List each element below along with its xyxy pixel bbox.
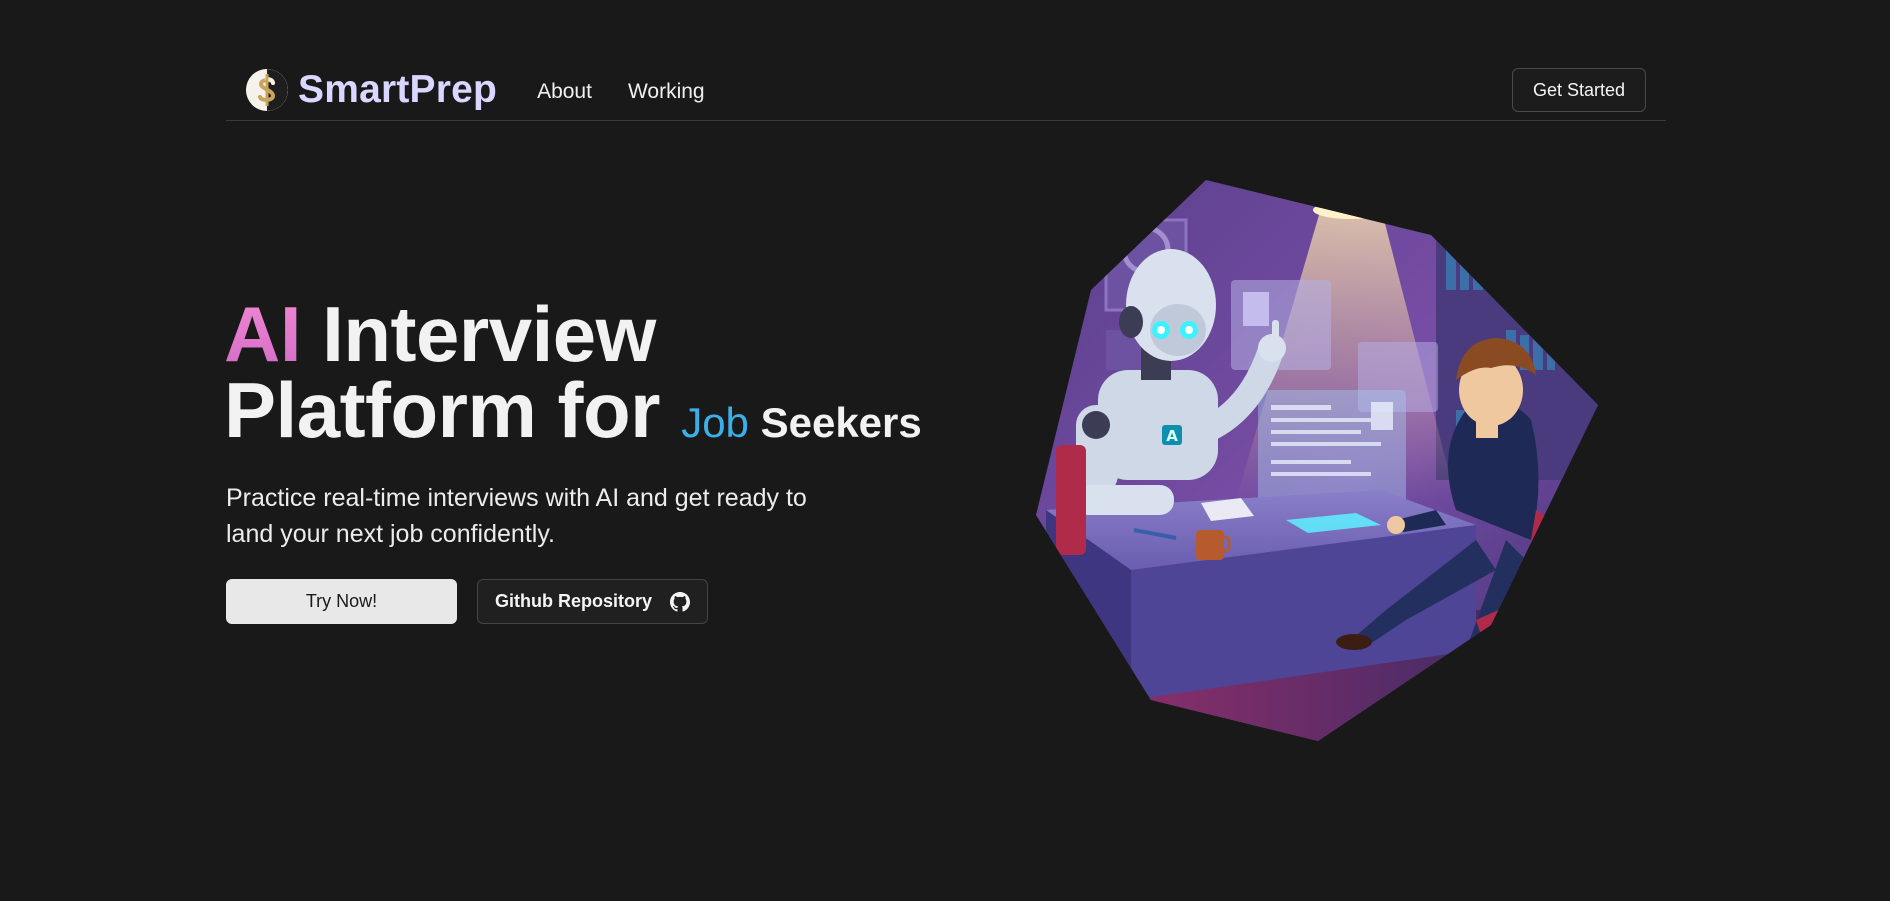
brand[interactable]: SmartPrep (246, 68, 497, 112)
hero-actions: Try Now! Github Repository (226, 579, 708, 624)
hero-title-job: Job (681, 399, 749, 446)
github-icon (670, 591, 690, 612)
try-now-button[interactable]: Try Now! (226, 579, 457, 624)
nav-links: About Working (537, 76, 705, 104)
hero-title-platform: Platform for (224, 366, 682, 454)
github-button-label: Github Repository (495, 591, 652, 611)
hero-illustration: A (1036, 180, 1600, 741)
get-started-button[interactable]: Get Started (1511, 68, 1646, 112)
hero-title-seekers: Seekers (748, 399, 922, 446)
hero-title-rest: Interview (301, 290, 656, 378)
brand-name: SmartPrep (298, 68, 498, 111)
landing-page: SmartPrep About Working Get Started AI I… (0, 0, 1890, 901)
hero-title-highlight: AI (224, 290, 302, 378)
dollar-coin-icon (246, 69, 288, 111)
hero-title-line2: Platform for Job Seekers (224, 371, 944, 461)
hero-subtitle: Practice real-time interviews with AI an… (226, 484, 807, 548)
navbar: SmartPrep About Working Get Started (226, 60, 1666, 121)
nav-link-working[interactable]: Working (628, 76, 705, 104)
nav-link-about[interactable]: About (537, 76, 592, 104)
github-repository-button[interactable]: Github Repository (477, 579, 708, 624)
hero-title: AI Interview Platform for Job Seekers (224, 295, 944, 461)
robot-badge-letter: A (1166, 427, 1178, 445)
